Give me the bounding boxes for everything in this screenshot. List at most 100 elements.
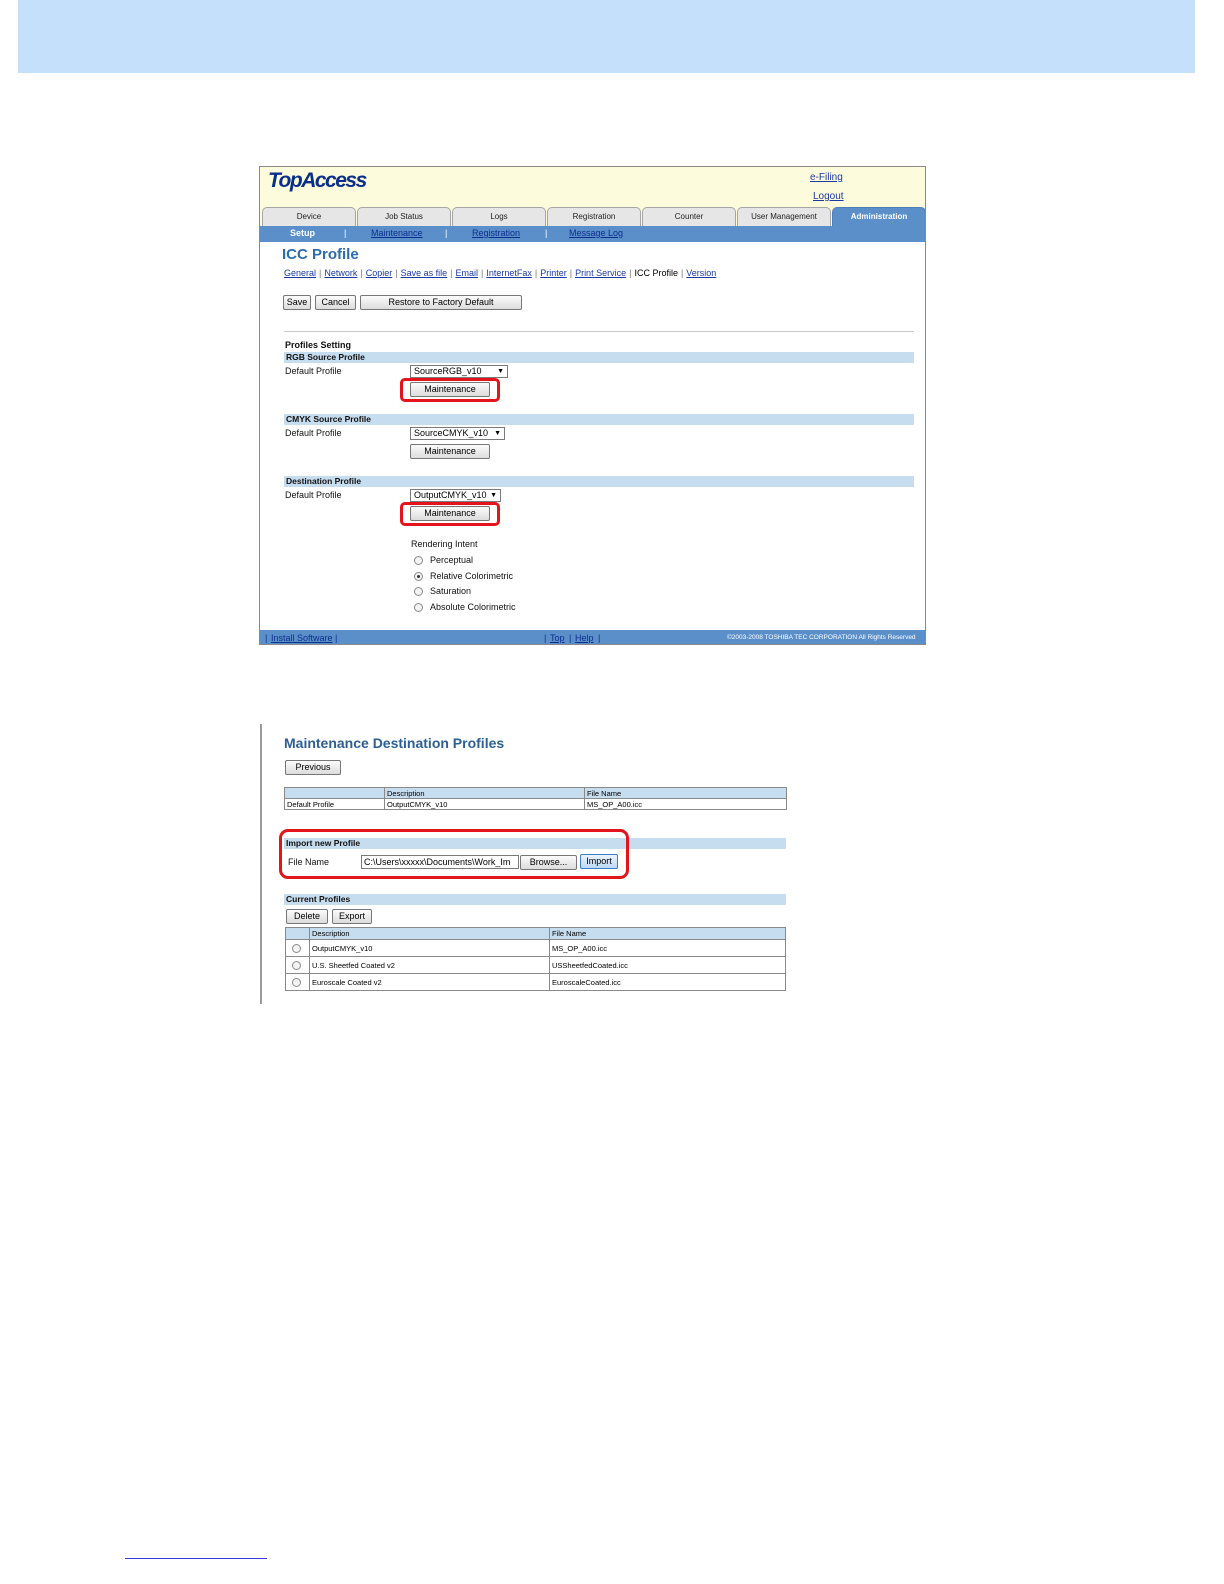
footer-separator: | xyxy=(598,633,601,643)
subnav-message-log[interactable]: Message Log xyxy=(569,228,623,238)
top-link[interactable]: Top xyxy=(550,633,565,643)
table-header xyxy=(284,787,385,799)
table-cell: OutputCMYK_v10 xyxy=(384,798,585,810)
footer-separator: | xyxy=(544,633,547,643)
help-link[interactable]: Help xyxy=(575,633,594,643)
link-internetfax[interactable]: InternetFax xyxy=(486,268,532,278)
table-row[interactable]: OutputCMYK_v10 MS_OP_A00.icc xyxy=(285,939,786,957)
rendering-intent-label: Rendering Intent xyxy=(411,539,478,549)
cmyk-default-profile-label: Default Profile xyxy=(285,428,342,438)
tab-device[interactable]: Device xyxy=(262,207,356,226)
tab-registration[interactable]: Registration xyxy=(547,207,641,226)
row-select-radio[interactable] xyxy=(292,943,301,953)
subnav-registration[interactable]: Registration xyxy=(472,228,520,238)
subnav-separator: | xyxy=(445,228,448,238)
table-header-row: Description File Name xyxy=(285,927,786,940)
footnote-rule xyxy=(125,1558,267,1559)
link-save-as-file[interactable]: Save as file xyxy=(401,268,448,278)
page-title: Maintenance Destination Profiles xyxy=(284,735,505,751)
subnav-setup[interactable]: Setup xyxy=(290,228,315,238)
link-icc-profile-current: ICC Profile xyxy=(634,268,678,278)
footer-separator: | xyxy=(265,633,268,643)
delete-button[interactable]: Delete xyxy=(286,909,328,924)
rgb-default-profile-select[interactable]: SourceRGB_v10 ▼ xyxy=(410,365,508,378)
subnav-separator: | xyxy=(545,228,548,238)
radio-label-absolute-colorimetric: Absolute Colorimetric xyxy=(430,602,516,612)
radio-label-relative-colorimetric: Relative Colorimetric xyxy=(430,571,514,581)
export-button[interactable]: Export xyxy=(332,909,372,924)
tab-logs[interactable]: Logs xyxy=(452,207,546,226)
destination-profile-header: Destination Profile xyxy=(284,476,914,487)
highlight-box xyxy=(279,829,629,879)
subnav-maintenance[interactable]: Maintenance xyxy=(371,228,423,238)
radio-perceptual[interactable] xyxy=(414,556,423,565)
sub-navigation: Setup | Maintenance | Registration | Mes… xyxy=(260,226,925,242)
tab-administration[interactable]: Administration xyxy=(832,207,925,226)
destination-default-profile-value: OutputCMYK_v10 xyxy=(414,490,487,500)
cancel-button[interactable]: Cancel xyxy=(315,295,356,310)
link-print-service[interactable]: Print Service xyxy=(575,268,626,278)
page-title: ICC Profile xyxy=(282,246,359,263)
table-header-description: Description xyxy=(384,787,585,799)
row-select-cell xyxy=(285,973,310,991)
row-select-radio[interactable] xyxy=(292,960,301,970)
table-cell: Default Profile xyxy=(284,798,385,810)
restore-factory-default-button[interactable]: Restore to Factory Default xyxy=(360,295,522,310)
highlight-box xyxy=(400,502,500,526)
link-network[interactable]: Network xyxy=(324,268,357,278)
chevron-down-icon: ▼ xyxy=(490,492,497,499)
save-button[interactable]: Save xyxy=(283,295,311,310)
footer-separator: | xyxy=(335,633,338,643)
previous-button[interactable]: Previous xyxy=(285,760,341,775)
rgb-default-profile-label: Default Profile xyxy=(285,366,342,376)
table-cell: U.S. Sheetfed Coated v2 xyxy=(309,956,550,974)
cmyk-maintenance-button[interactable]: Maintenance xyxy=(410,444,490,459)
link-general[interactable]: General xyxy=(284,268,316,278)
table-row: Default Profile OutputCMYK_v10 MS_OP_A00… xyxy=(284,798,787,810)
link-printer[interactable]: Printer xyxy=(540,268,567,278)
radio-saturation[interactable] xyxy=(414,587,423,596)
table-header-description: Description xyxy=(309,927,550,940)
radio-relative-colorimetric[interactable] xyxy=(414,572,423,581)
row-select-radio[interactable] xyxy=(292,977,301,987)
efiling-link[interactable]: e-Filing xyxy=(810,172,843,183)
topaccess-logo: TopAccess xyxy=(268,169,367,192)
tab-counter[interactable]: Counter xyxy=(642,207,736,226)
table-cell: OutputCMYK_v10 xyxy=(309,939,550,957)
destination-default-profile-select[interactable]: OutputCMYK_v10 ▼ xyxy=(410,489,501,502)
cmyk-default-profile-select[interactable]: SourceCMYK_v10 ▼ xyxy=(410,427,505,440)
table-header-row: Description File Name xyxy=(284,787,787,799)
install-software-link[interactable]: Install Software xyxy=(271,633,333,643)
cmyk-default-profile-value: SourceCMYK_v10 xyxy=(414,428,489,438)
default-profile-table: Description File Name Default Profile Ou… xyxy=(284,787,787,810)
link-version[interactable]: Version xyxy=(686,268,716,278)
table-cell: Euroscale Coated v2 xyxy=(309,973,550,991)
row-select-cell xyxy=(285,956,310,974)
topaccess-header: TopAccess e-Filing Logout xyxy=(260,167,925,207)
setup-links: General | Network | Copier | Save as file | Emai… xyxy=(284,268,717,278)
link-copier[interactable]: Copier xyxy=(366,268,393,278)
footer-separator: | xyxy=(569,633,572,643)
chevron-down-icon: ▼ xyxy=(494,430,501,437)
link-email[interactable]: Email xyxy=(455,268,478,278)
table-cell: MS_OP_A00.icc xyxy=(584,798,787,810)
table-cell: USSheetfedCoated.icc xyxy=(549,956,786,974)
page-header-band xyxy=(18,0,1195,73)
row-select-cell xyxy=(285,939,310,957)
radio-absolute-colorimetric[interactable] xyxy=(414,603,423,612)
table-header-file-name: File Name xyxy=(549,927,786,940)
tab-user-management[interactable]: User Management xyxy=(737,207,831,226)
table-header xyxy=(285,927,310,940)
profiles-setting-heading: Profiles Setting xyxy=(285,340,352,350)
copyright-text: ©2003-2008 TOSHIBA TEC CORPORATION All R… xyxy=(727,634,916,641)
table-row[interactable]: U.S. Sheetfed Coated v2 USSheetfedCoated… xyxy=(285,956,786,974)
divider xyxy=(284,331,914,332)
current-profiles-header: Current Profiles xyxy=(284,894,786,905)
rgb-source-profile-header: RGB Source Profile xyxy=(284,352,914,363)
rgb-default-profile-value: SourceRGB_v10 xyxy=(414,366,482,376)
destination-default-profile-label: Default Profile xyxy=(285,490,342,500)
current-profiles-table: Description File Name OutputCMYK_v10 MS_… xyxy=(285,927,786,991)
logout-link[interactable]: Logout xyxy=(813,191,844,202)
tab-job-status[interactable]: Job Status xyxy=(357,207,451,226)
table-row[interactable]: Euroscale Coated v2 EuroscaleCoated.icc xyxy=(285,973,786,991)
